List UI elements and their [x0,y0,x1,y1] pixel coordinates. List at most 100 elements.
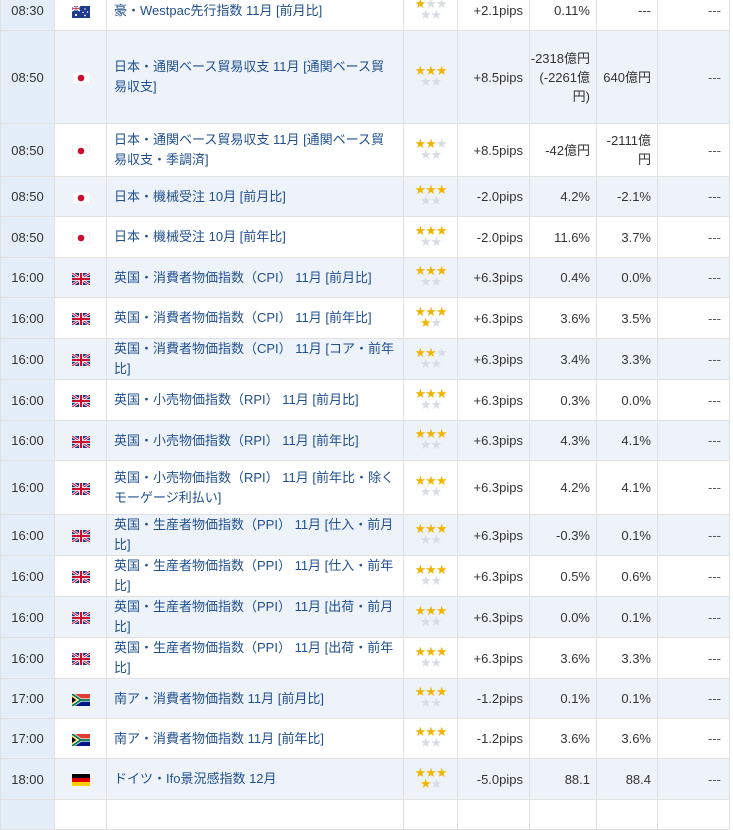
event-name-link[interactable]: 英国・小売物価指数（RPI） 11月 [前年比] [106,420,404,461]
pips-value: -2.0pips [457,216,530,258]
forecast-value: 3.5% [596,297,658,339]
forecast-value: 4.1% [596,420,658,461]
flag-za-icon [70,692,90,707]
event-name-link[interactable]: 日本・機械受注 10月 [前年比] [106,216,404,258]
table-row: 08:30 豪・Westpac先行指数 11月 [前月比] ★★★ ★★ +2.1pip… [0,0,730,31]
result-value: --- [657,338,730,380]
previous-value: 0.1% [529,678,597,719]
event-name-link[interactable]: 日本・通関ベース貿易収支 11月 [通関ベース貿易収支・季調済] [106,123,404,177]
result-value: --- [657,176,730,217]
event-name-link[interactable]: 英国・消費者物価指数（CPI） 11月 [コア・前年比] [106,338,404,380]
event-name-link[interactable]: 英国・生産者物価指数（PPI） 11月 [出荷・前年比] [106,637,404,679]
event-time: 16:00 [0,420,55,461]
result-value: --- [657,297,730,339]
country-flag-cell [54,216,107,258]
country-flag-cell [54,297,107,339]
forecast-value: -2111億円 [596,123,658,177]
event-time: 16:00 [0,379,55,421]
event-name-link[interactable] [106,799,404,830]
event-time: 08:30 [0,0,55,31]
previous-value: 88.1 [529,758,597,800]
flag-jp-icon [71,144,90,158]
event-time [0,799,55,830]
country-flag-cell [54,30,107,124]
table-row: 16:00 英国・消費者物価指数（CPI） 11月 [前月比] ★★★ ★★ +6.3p… [0,257,730,298]
country-flag-cell [54,379,107,421]
previous-value: 3.6% [529,718,597,759]
event-name-link[interactable]: 英国・小売物価指数（RPI） 11月 [前月比] [106,379,404,421]
calendar-rows: 08:30 豪・Westpac先行指数 11月 [前月比] ★★★ ★★ +2.1pip… [0,0,730,830]
forecast-value: -2.1% [596,176,658,217]
previous-value: 3.6% [529,297,597,339]
previous-value: 0.0% [529,596,597,638]
event-time: 08:50 [0,216,55,258]
importance-stars-icon: ★★★ ★★ [403,123,458,177]
event-name-link[interactable]: 南ア・消費者物価指数 11月 [前月比] [106,678,404,719]
pips-value: +8.5pips [457,30,530,124]
flag-gb-icon [70,393,91,409]
event-time: 18:00 [0,758,55,800]
event-time: 16:00 [0,596,55,638]
event-name-link[interactable]: 英国・生産者物価指数（PPI） 11月 [仕入・前月比] [106,514,404,556]
previous-value: 0.5% [529,555,597,597]
event-name-link[interactable]: 英国・小売物価指数（RPI） 11月 [前年比・除くモーゲージ利払い] [106,460,404,515]
importance-stars-icon: ★★★ ★★ [403,379,458,421]
forecast-value: 3.6% [596,718,658,759]
flag-jp-icon [71,231,90,245]
importance-stars-icon: ★★★ ★★ [403,216,458,258]
pips-value: +6.3pips [457,637,530,679]
importance-stars-icon: ★★★ ★★ [403,637,458,679]
forecast-value: --- [596,0,658,31]
importance-stars-icon: ★★★ ★★ [403,460,458,515]
flag-jp-icon [71,191,90,204]
previous-value: 4.3% [529,420,597,461]
table-row: 16:00 英国・生産者物価指数（PPI） 11月 [仕入・前月比] ★★★ ★★ +6… [0,514,730,556]
country-flag-cell [54,176,107,217]
pips-value: -5.0pips [457,758,530,800]
flag-empty [72,810,90,822]
importance-stars-icon: ★★★ ★★ [403,338,458,380]
result-value: --- [657,555,730,597]
table-row: 16:00 英国・生産者物価指数（PPI） 11月 [出荷・前年比] ★★★ ★★ +6… [0,637,730,679]
result-value: --- [657,514,730,556]
pips-value: +6.3pips [457,379,530,421]
country-flag-cell [54,678,107,719]
previous-value: -42億円 [529,123,597,177]
importance-stars-icon: ★★★ ★★ [403,596,458,638]
result-value: --- [657,123,730,177]
forecast-value: 88.4 [596,758,658,800]
event-name-link[interactable]: 南ア・消費者物価指数 11月 [前年比] [106,718,404,759]
importance-stars-icon: ★★★ ★★ [403,420,458,461]
event-name-link[interactable]: 英国・消費者物価指数（CPI） 11月 [前年比] [106,297,404,339]
country-flag-cell [54,799,107,830]
event-time: 17:00 [0,678,55,719]
result-value: --- [657,637,730,679]
flag-za-icon [70,732,90,747]
importance-stars-icon: ★★★ ★★ [403,758,458,800]
table-row: 16:00 英国・小売物価指数（RPI） 11月 [前月比] ★★★ ★★ +6.3pi… [0,379,730,421]
result-value: --- [657,257,730,298]
event-name-link[interactable]: 日本・通関ベース貿易収支 11月 [通関ベース貿易収支] [106,30,404,124]
event-name-link[interactable]: 豪・Westpac先行指数 11月 [前月比] [106,0,404,31]
pips-value: +6.3pips [457,514,530,556]
event-name-link[interactable]: 英国・生産者物価指数（PPI） 11月 [出荷・前月比] [106,596,404,638]
event-name-link[interactable]: 日本・機械受注 10月 [前月比] [106,176,404,217]
flag-gb-icon [70,651,91,667]
importance-stars-icon: ★★★ ★★ [403,297,458,339]
flag-gb-icon [70,569,91,585]
event-name-link[interactable]: 英国・生産者物価指数（PPI） 11月 [仕入・前年比] [106,555,404,597]
event-name-link[interactable]: 英国・消費者物価指数（CPI） 11月 [前月比] [106,257,404,298]
result-value: --- [657,758,730,800]
forecast-value: 3.7% [596,216,658,258]
result-value: --- [657,718,730,759]
event-time: 08:50 [0,30,55,124]
table-row: 16:00 英国・小売物価指数（RPI） 11月 [前年比] ★★★ ★★ +6.3pi… [0,420,730,461]
table-row: 08:50 日本・通関ベース貿易収支 11月 [通関ベース貿易収支・季調済] ★★★… [0,123,730,177]
forecast-value: 0.0% [596,379,658,421]
flag-gb-icon [70,311,91,327]
previous-value: 4.2% [529,176,597,217]
country-flag-cell [54,637,107,679]
event-name-link[interactable]: ドイツ・Ifo景況感指数 12月 [106,758,404,800]
flag-jp-icon [71,71,90,85]
event-time: 16:00 [0,297,55,339]
